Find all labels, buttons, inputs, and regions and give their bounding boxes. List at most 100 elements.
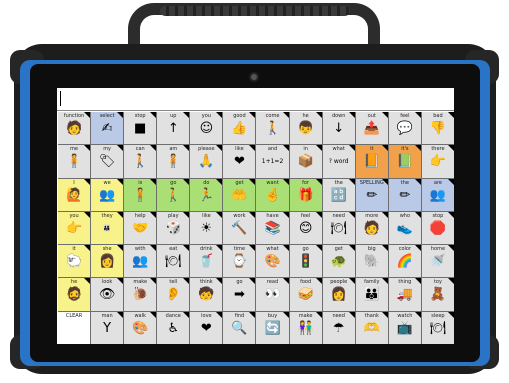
grid-cell[interactable]: and 1+1=2 [256,145,289,178]
grid-cell[interactable]: family 👪 [355,278,388,311]
grid-cell[interactable]: stop 🛑 [421,211,454,245]
cell-symbol-icon: 🧑 [363,220,380,236]
grid-cell[interactable]: home 🚿 [421,245,454,278]
grid-cell[interactable]: out 📤 [355,112,388,145]
grid-cell[interactable]: eat 🍽 [157,245,190,278]
grid-cell[interactable]: love ❤ [190,311,223,344]
grid-cell[interactable]: thank 🫶 [355,311,388,344]
grid-cell[interactable]: it 📙 [355,145,388,178]
grid-cell[interactable]: function 🧑 [58,112,91,145]
grid-cell[interactable]: drink 🥤 [190,245,223,278]
grid-cell[interactable]: tell 👂 [157,278,190,311]
grid-cell[interactable]: feel 😊 [289,211,322,245]
grid-cell[interactable]: make 🐌 [124,278,157,311]
grid-cell[interactable]: help 🤝 [124,211,157,245]
grid-cell[interactable]: stop ■ [124,112,157,145]
cell-symbol-icon: 🍽 [429,320,447,336]
grid-cell[interactable]: I 🙋 [58,178,91,211]
grid-cell[interactable]: there 👉 [421,145,454,178]
grid-cell[interactable]: time ⌚ [223,245,256,278]
grid-cell[interactable]: think 🧒 [190,278,223,311]
grid-cell[interactable]: my 🏷 [91,145,124,178]
grid-cell[interactable]: work 🔨 [223,211,256,245]
grid-cell[interactable]: toy 🧸 [421,278,454,311]
grid-cell[interactable]: up ↑ [157,112,190,145]
grid-cell[interactable]: it's 📗 [388,145,421,178]
grid-cell[interactable]: get 🤲 [223,178,256,211]
grid-cell[interactable]: the ✏ [388,178,421,211]
grid-cell[interactable]: man Y [91,311,124,344]
grid-cell[interactable]: she 👩 [91,245,124,278]
folder-corner-icon [150,112,157,118]
grid-cell[interactable]: thing 🚚 [388,278,421,311]
grid-cell[interactable]: bad 👎 [421,112,454,145]
grid-cell[interactable]: need 🍽 [322,211,355,245]
folder-corner-icon [216,311,223,318]
grid-cell[interactable]: go 🚶 [157,178,190,211]
grid-cell[interactable]: read 👀 [256,278,289,311]
grid-cell[interactable]: like ❤ [223,145,256,178]
grid-cell[interactable]: play 🎲 [157,211,190,245]
grid-cell[interactable]: feel 💬 [388,112,421,145]
grid-cell[interactable]: want 🤞 [256,178,289,211]
grid-cell[interactable]: he 👦 [289,112,322,145]
grid-cell[interactable]: he 🧔 [58,278,91,311]
grid-cell[interactable]: come 🚶 [256,112,289,145]
cell-label: thank [364,312,379,319]
cell-symbol-icon: 🚦 [297,254,314,270]
grid-cell[interactable]: get 🐢 [322,245,355,278]
grid-cell[interactable]: can 🚶 [124,145,157,178]
grid-cell[interactable]: am 🧍 [157,145,190,178]
grid-cell[interactable]: please 🙏 [190,145,223,178]
grid-cell[interactable]: watch 📺 [388,311,421,344]
cell-symbol-icon: ✏ [399,187,411,203]
grid-cell[interactable]: need ☂ [322,311,355,344]
folder-corner-icon [150,245,157,252]
grid-cell[interactable]: you ☺ [190,112,223,145]
grid-cell[interactable]: they 👨‍👩‍👧 [91,211,124,245]
grid-cell[interactable]: it 🐑 [58,245,91,278]
folder-corner-icon [150,311,157,318]
grid-cell[interactable]: color 🌈 [388,245,421,278]
grid-cell[interactable]: go 🚦 [289,245,322,278]
cell-symbol-icon: 🔄 [264,320,281,336]
grid-cell[interactable]: food 🥪 [289,278,322,311]
grid-cell[interactable]: is 🧍 [124,178,157,211]
grid-cell[interactable]: CLEAR [58,311,91,344]
grid-cell[interactable]: we 👥 [91,178,124,211]
grid-cell[interactable]: what ? word [322,145,355,178]
grid-cell[interactable]: go ➡ [223,278,256,311]
grid-cell[interactable]: select ✍ [91,112,124,145]
grid-cell[interactable]: good 👍 [223,112,256,145]
grid-cell[interactable]: are 👥 [421,178,454,211]
grid-cell[interactable]: for 🎁 [289,178,322,211]
cell-label: with [134,246,146,253]
grid-cell[interactable]: make 👫 [289,311,322,344]
grid-cell[interactable]: do 🏃 [190,178,223,211]
grid-cell[interactable]: me 🧍 [58,145,91,178]
grid-cell[interactable]: the 🔡 [322,178,355,211]
grid-cell[interactable]: SPELLING ✏ [355,178,388,211]
grid-cell[interactable]: have 📚 [256,211,289,245]
grid-cell[interactable]: dance ♿ [157,311,190,344]
grid-cell[interactable]: walk 🎨 [124,311,157,344]
cell-label: go [236,279,243,286]
grid-cell[interactable]: find 🔍 [223,311,256,344]
cell-symbol-icon: 🏃 [198,187,215,203]
grid-cell[interactable]: like ☀ [190,211,223,245]
grid-cell[interactable]: who 👟 [388,211,421,245]
grid-cell[interactable]: buy 🔄 [256,311,289,344]
grid-cell[interactable]: look 👁 [91,278,124,311]
grid-cell[interactable]: big 🐘 [355,245,388,278]
grid-cell[interactable]: down ↓ [322,112,355,145]
folder-corner-icon [249,311,256,318]
grid-cell[interactable]: what 🎨 [256,245,289,278]
grid-cell[interactable]: more 🧑 [355,211,388,245]
grid-cell[interactable]: in 📦 [289,145,322,178]
message-bar[interactable] [57,88,454,111]
grid-cell[interactable]: with 👥 [124,245,157,278]
grid-cell[interactable]: sleep 🍽 [421,311,454,344]
grid-cell[interactable]: people 👩 [322,278,355,311]
grid-cell[interactable]: you 👉 [58,211,91,245]
cell-label: what [266,246,279,253]
